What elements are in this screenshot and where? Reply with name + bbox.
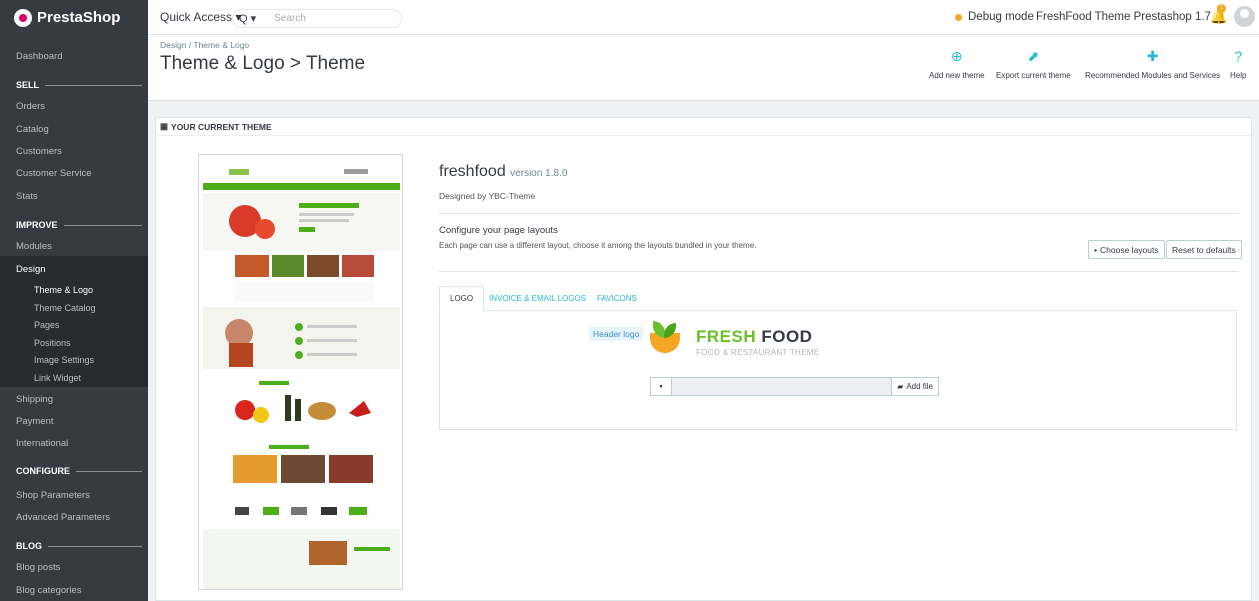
app-window: PrestaShop Quick Access ▾ Q ▾ Search Deb… bbox=[0, 0, 1259, 601]
file-icon: ▪ bbox=[651, 378, 672, 395]
theme-name-text: freshfood bbox=[439, 163, 506, 180]
sidebar-item-shop-parameters[interactable]: Shop Parameters bbox=[0, 485, 148, 505]
top-bar: PrestaShop Quick Access ▾ Q ▾ Search Deb… bbox=[0, 0, 1259, 35]
prestashop-logo[interactable]: PrestaShop bbox=[0, 0, 148, 35]
sidebar-section-improve: IMPROVE bbox=[0, 217, 148, 233]
choose-layouts-label: Choose layouts bbox=[1100, 244, 1159, 255]
logo-word-food: FOOD bbox=[756, 327, 813, 346]
header-logo-image: FRESH FOOD FOOD & RESTAURANT THEME bbox=[650, 319, 850, 369]
page-header: Design / Theme & Logo Theme & Logo > The… bbox=[148, 35, 1259, 101]
tab-logo[interactable]: LOGO bbox=[439, 286, 485, 311]
tab-invoice-email-logos[interactable]: INVOICE & EMAIL LOGOS bbox=[479, 286, 596, 311]
sidebar-section-sell: SELL bbox=[0, 77, 148, 93]
theme-name: freshfood version 1.8.0 bbox=[439, 163, 567, 181]
sidebar-item-advanced-parameters[interactable]: Advanced Parameters bbox=[0, 507, 148, 527]
logo-tagline: FOOD & RESTAURANT THEME bbox=[696, 348, 820, 357]
theme-author: Designed by YBC-Theme bbox=[439, 191, 536, 201]
plus-circle-icon: ⊕ bbox=[950, 48, 963, 64]
sidebar-subitem-theme-logo[interactable]: Theme & Logo bbox=[0, 281, 148, 298]
quick-access-dropdown[interactable]: Quick Access ▾ bbox=[160, 10, 241, 24]
reset-to-defaults-button[interactable]: Reset to defaults bbox=[1166, 240, 1242, 259]
header-logo-label: Header logo bbox=[589, 327, 644, 341]
sidebar-item-customer-service[interactable]: Customer Service bbox=[0, 163, 148, 183]
sidebar-subitem-image-settings[interactable]: Image Settings bbox=[0, 351, 148, 368]
logo-tabs: LOGO INVOICE & EMAIL LOGOS FAVICONS bbox=[439, 286, 1237, 311]
sidebar-section-blog: BLOG bbox=[0, 538, 148, 554]
folder-icon: ▰ bbox=[897, 382, 904, 391]
add-file-button[interactable]: ▰ Add file bbox=[891, 378, 938, 395]
prestashop-logo-icon bbox=[14, 8, 32, 27]
logo-word-fresh: FRESH bbox=[696, 327, 757, 346]
logo-file-input[interactable]: ▪ ▰ Add file bbox=[650, 377, 939, 396]
help-icon: ? bbox=[1234, 48, 1243, 64]
logo-tab-content: Header logo FRESH FOOD FOOD & RESTAURANT… bbox=[439, 311, 1237, 430]
sidebar-item-dashboard[interactable]: Dashboard bbox=[0, 46, 148, 66]
divider bbox=[439, 213, 1239, 214]
sidebar-item-catalog[interactable]: Catalog bbox=[0, 119, 148, 139]
theme-version: version 1.8.0 bbox=[510, 168, 568, 179]
choose-layouts-button[interactable]: ▪ Choose layouts bbox=[1088, 240, 1165, 259]
sidebar-subitem-positions[interactable]: Positions bbox=[0, 334, 148, 351]
sidebar: Dashboard SELL Orders Catalog Customers … bbox=[0, 35, 148, 601]
add-new-theme-label: Add new theme bbox=[929, 71, 985, 80]
sidebar-item-customers[interactable]: Customers bbox=[0, 141, 148, 161]
logo-wordmark: FRESH FOOD bbox=[696, 327, 812, 347]
recommended-modules-button[interactable]: ✚ Recommended Modules and Services bbox=[1085, 48, 1221, 81]
debug-dot-icon bbox=[955, 13, 962, 21]
sidebar-item-payment[interactable]: Payment bbox=[0, 411, 148, 431]
puzzle-icon: ✚ bbox=[1146, 48, 1159, 64]
search-icon[interactable]: Q ▾ bbox=[239, 12, 256, 25]
divider bbox=[439, 271, 1239, 272]
export-theme-label: Export current theme bbox=[996, 71, 1071, 80]
add-new-theme-button[interactable]: ⊕ Add new theme bbox=[929, 48, 985, 81]
shop-name-link[interactable]: FreshFood Theme Prestashop 1.7 bbox=[1036, 11, 1211, 23]
search-placeholder: Search bbox=[274, 13, 306, 24]
panel-heading-label: YOUR CURRENT THEME bbox=[171, 121, 272, 132]
file-icon: ▪ bbox=[1094, 244, 1098, 255]
layouts-title: Configure your page layouts bbox=[439, 225, 558, 236]
sidebar-item-orders[interactable]: Orders bbox=[0, 96, 148, 116]
sidebar-subitem-link-widget[interactable]: Link Widget bbox=[0, 369, 148, 386]
layouts-description: Each page can use a different layout, ch… bbox=[439, 241, 757, 250]
debug-mode-indicator[interactable]: Debug mode bbox=[955, 11, 1034, 23]
tab-favicons[interactable]: FAVICONS bbox=[587, 286, 647, 311]
export-icon: ⬈ bbox=[1027, 48, 1040, 64]
add-file-label: Add file bbox=[906, 382, 933, 391]
sidebar-section-configure: CONFIGURE bbox=[0, 463, 148, 479]
export-theme-button[interactable]: ⬈ Export current theme bbox=[996, 48, 1071, 81]
debug-mode-label: Debug mode bbox=[968, 11, 1034, 23]
sidebar-subitem-pages[interactable]: Pages bbox=[0, 316, 148, 333]
theme-icon: ▦ bbox=[160, 121, 169, 131]
search-input[interactable]: Q ▾ Search bbox=[232, 9, 402, 28]
breadcrumb[interactable]: Design / Theme & Logo bbox=[160, 40, 249, 50]
recommended-modules-label: Recommended Modules and Services bbox=[1085, 71, 1221, 80]
logo-text: PrestaShop bbox=[37, 9, 121, 26]
theme-preview-image bbox=[198, 154, 403, 590]
notification-badge: 1 bbox=[1217, 4, 1226, 13]
help-label: Help bbox=[1230, 71, 1247, 80]
sidebar-item-shipping[interactable]: Shipping bbox=[0, 389, 148, 409]
sidebar-item-international[interactable]: International bbox=[0, 433, 148, 453]
sidebar-item-modules[interactable]: Modules bbox=[0, 236, 148, 256]
avatar[interactable] bbox=[1234, 6, 1255, 27]
sidebar-subitem-theme-catalog[interactable]: Theme Catalog bbox=[0, 299, 148, 316]
sidebar-item-stats[interactable]: Stats bbox=[0, 186, 148, 206]
page-title: Theme & Logo > Theme bbox=[160, 53, 366, 74]
sidebar-item-blog-posts[interactable]: Blog posts bbox=[0, 557, 148, 577]
sidebar-item-blog-categories[interactable]: Blog categories bbox=[0, 580, 148, 600]
current-theme-panel: ▦ YOUR CURRENT THEME freshfood version 1… bbox=[155, 117, 1252, 601]
panel-heading: ▦ YOUR CURRENT THEME bbox=[156, 118, 1251, 136]
help-button[interactable]: ? Help bbox=[1230, 48, 1247, 81]
sidebar-item-design[interactable]: Design bbox=[0, 259, 148, 279]
